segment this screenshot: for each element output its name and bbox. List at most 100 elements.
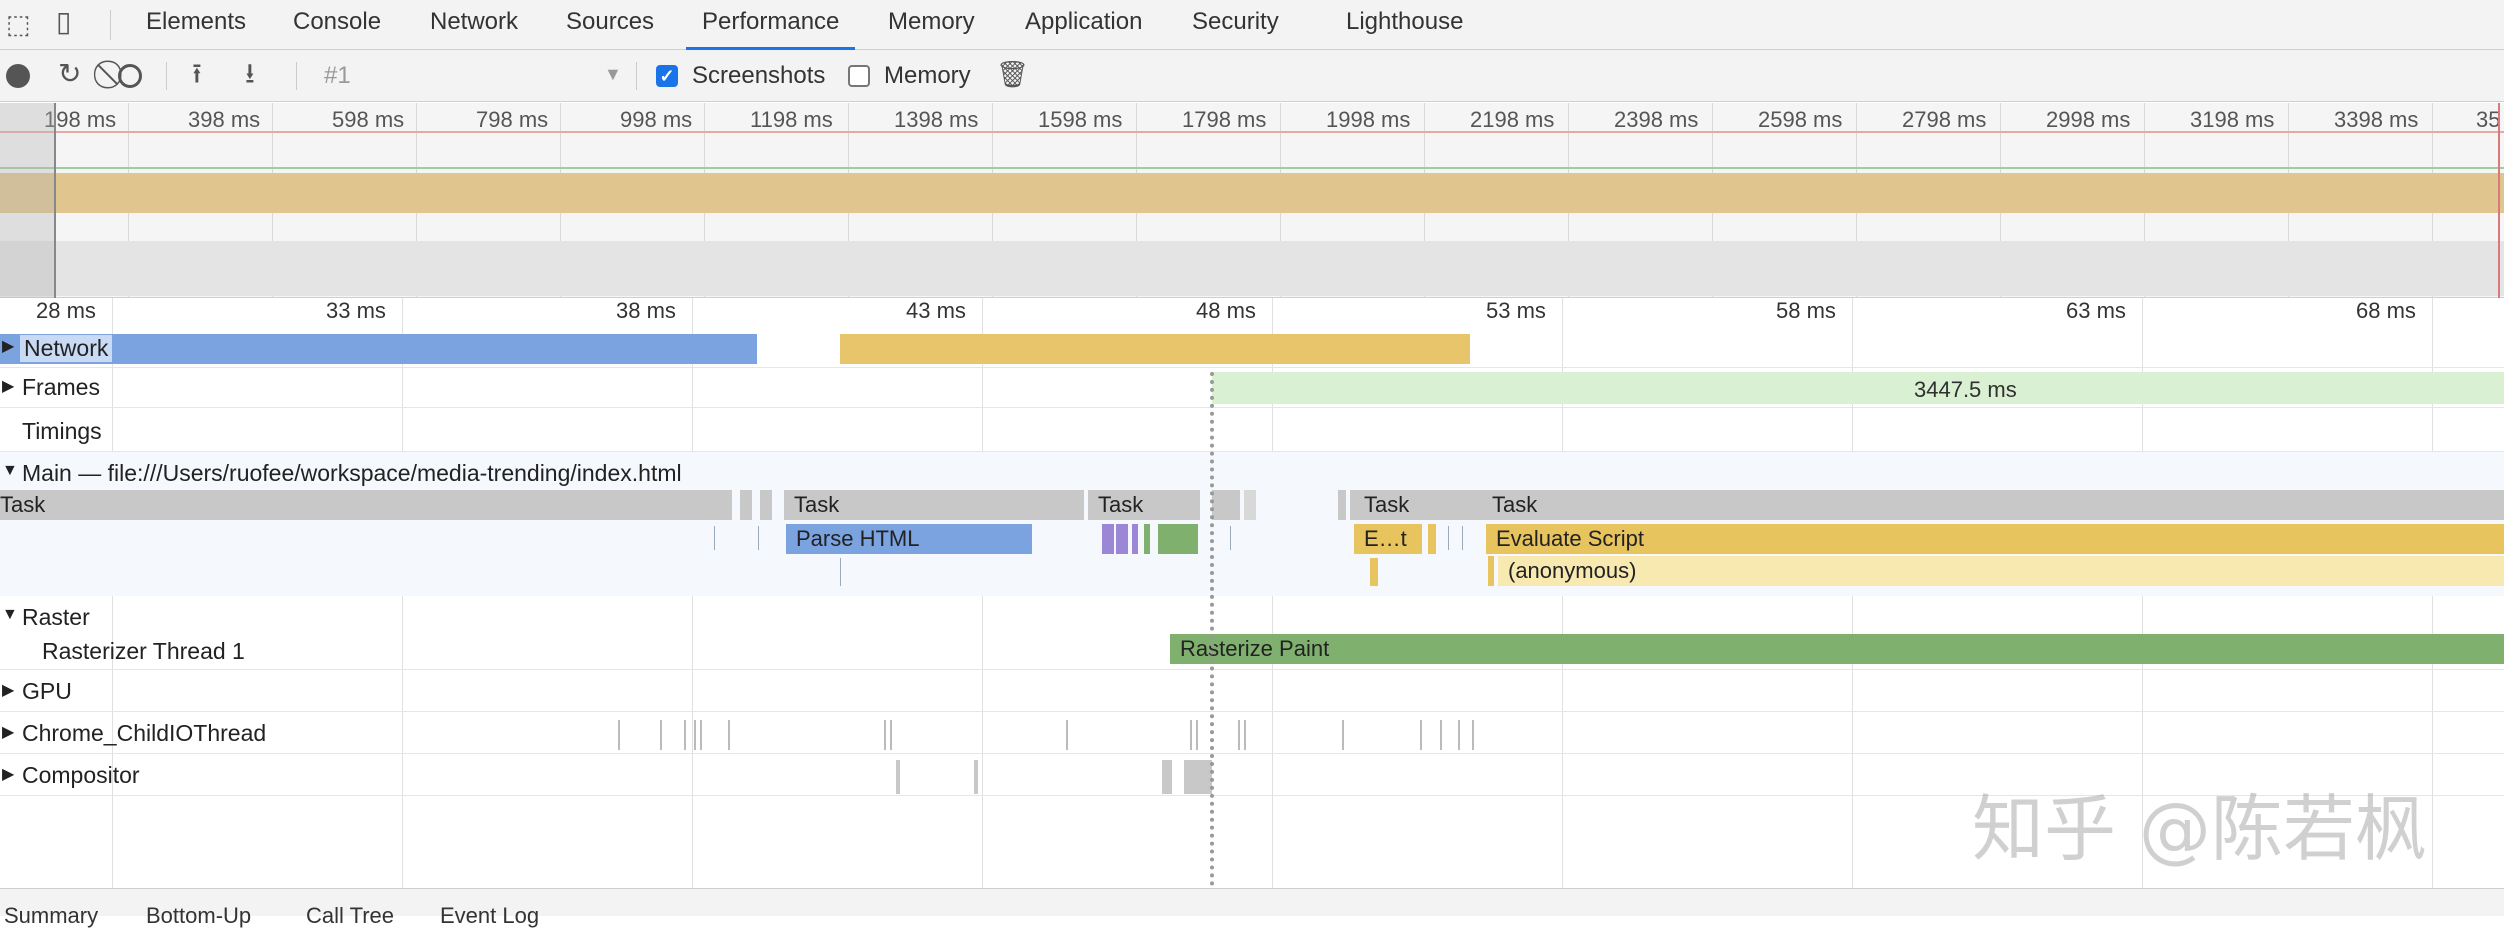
task-bar[interactable]: Task — [1088, 490, 1200, 520]
timeline-overview[interactable]: 198 ms 398 ms 598 ms 798 ms 998 ms 1198 … — [0, 103, 2504, 298]
tab-sources[interactable]: Sources — [566, 0, 654, 50]
task-bar[interactable]: Task — [0, 490, 730, 520]
toolbar-divider — [636, 62, 637, 90]
call-tick — [1448, 526, 1449, 550]
time-tick: 68 ms — [2356, 298, 2416, 323]
rasterize-paint-bar[interactable]: Rasterize Paint — [1170, 634, 2504, 664]
task-bar[interactable]: Task — [1482, 490, 2504, 520]
tab-summary[interactable]: Summary — [4, 903, 98, 929]
parse-html-bar[interactable]: Parse HTML — [786, 524, 1032, 554]
script-bar-et[interactable]: E…t — [1354, 524, 1422, 554]
task-small[interactable] — [760, 490, 772, 520]
task-small[interactable] — [740, 490, 752, 520]
overview-tick: 1398 ms — [894, 107, 979, 132]
evaluate-script-bar[interactable]: Evaluate Script — [1486, 524, 2504, 554]
tab-call-tree[interactable]: Call Tree — [306, 903, 394, 929]
anonymous-bar[interactable]: (anonymous) — [1498, 556, 2504, 586]
device-toolbar-icon[interactable]: ▯ — [56, 8, 71, 36]
expand-arrow-icon[interactable]: ▶ — [2, 680, 14, 700]
overview-tick: 35 — [2476, 107, 2501, 132]
script-bar-purple[interactable] — [1132, 524, 1138, 554]
overview-tick: 2598 ms — [1758, 107, 1843, 132]
script-bar-small[interactable] — [1488, 556, 1494, 586]
overview-tick: 798 ms — [476, 107, 549, 132]
screenshots-checkbox[interactable]: ✓ — [656, 65, 678, 87]
network-bar-blue[interactable] — [0, 334, 757, 364]
script-bar-small[interactable] — [1428, 524, 1436, 554]
script-bar-purple[interactable] — [1102, 524, 1114, 554]
devtools-tabbar: ⬚ ▯ Elements Console Network Sources Per… — [0, 0, 2504, 50]
tab-bottom-up[interactable]: Bottom-Up — [146, 903, 251, 929]
frame-duration: 3447.5 ms — [1914, 377, 2017, 402]
task-small[interactable] — [1430, 490, 1438, 520]
overview-tick: 398 ms — [188, 107, 261, 132]
script-bar-small[interactable] — [1370, 558, 1378, 586]
task-small[interactable] — [1338, 490, 1346, 520]
load-profile-icon[interactable]: ⭱ — [192, 60, 202, 88]
paint-bar-green[interactable] — [1144, 524, 1150, 554]
collapse-arrow-icon[interactable]: ▼ — [2, 462, 18, 480]
tab-memory[interactable]: Memory — [888, 0, 975, 50]
toolbar-divider — [296, 62, 297, 90]
overview-tick: 998 ms — [620, 107, 693, 132]
script-bar-purple[interactable] — [1116, 524, 1128, 554]
overview-tick: 3198 ms — [2190, 107, 2275, 132]
childio-track[interactable]: ▶ Chrome_ChildIOThread — [0, 712, 2504, 754]
overview-tick: 2998 ms — [2046, 107, 2131, 132]
timings-track-label: Timings — [22, 418, 102, 444]
clear-icon-shape[interactable] — [118, 64, 142, 88]
call-tick — [840, 558, 841, 586]
record-icon[interactable] — [6, 64, 30, 88]
collapse-arrow-icon[interactable]: ▼ — [2, 606, 18, 624]
tab-event-log[interactable]: Event Log — [440, 903, 539, 929]
overview-cpu-line — [0, 167, 2504, 169]
overview-tick: 1598 ms — [1038, 107, 1123, 132]
tab-console[interactable]: Console — [293, 0, 381, 50]
overview-right-edge — [2498, 103, 2500, 298]
expand-arrow-icon[interactable]: ▶ — [2, 376, 14, 396]
tab-security[interactable]: Security — [1192, 0, 1279, 50]
time-tick: 53 ms — [1486, 298, 1546, 323]
call-tick — [714, 526, 715, 550]
chevron-down-icon[interactable]: ▼ — [604, 64, 622, 85]
overview-tick: 1998 ms — [1326, 107, 1411, 132]
task-small[interactable] — [1244, 490, 1256, 520]
expand-arrow-icon[interactable]: ▶ — [2, 722, 14, 742]
frame-bar[interactable] — [1212, 372, 2504, 404]
rasterizer-thread-label: Rasterizer Thread 1 — [42, 638, 245, 664]
tab-network[interactable]: Network — [430, 0, 518, 50]
overview-selection-handle[interactable] — [0, 103, 56, 298]
gpu-track[interactable]: ▶ GPU — [0, 670, 2504, 712]
tab-elements[interactable]: Elements — [146, 0, 246, 50]
task-small[interactable] — [1212, 490, 1240, 520]
paint-bar-green[interactable] — [1158, 524, 1198, 554]
save-profile-icon[interactable]: ⭳ — [245, 60, 255, 88]
network-track[interactable]: ▶ Network — [0, 330, 2504, 368]
tab-performance[interactable]: Performance — [686, 0, 856, 50]
memory-checkbox[interactable] — [848, 65, 870, 87]
expand-arrow-icon[interactable]: ▶ — [2, 336, 14, 356]
trash-icon[interactable]: 🗑 — [996, 60, 1029, 88]
expand-arrow-icon[interactable]: ▶ — [2, 764, 14, 784]
time-tick: 58 ms — [1776, 298, 1836, 323]
reload-record-icon[interactable]: ↻ — [58, 60, 81, 88]
inspect-element-icon[interactable]: ⬚ — [6, 10, 31, 38]
frames-track[interactable]: 3447.5 ms ▶ Frames — [0, 368, 2504, 408]
tab-application[interactable]: Application — [1025, 0, 1142, 50]
call-tick — [1230, 526, 1231, 550]
performance-toolbar: ↻ ⃠ ⭱ ⭳ #1 ▼ ✓ Screenshots Memory 🗑 — [0, 50, 2504, 102]
task-bar[interactable]: Task — [784, 490, 1082, 520]
overview-tick: 1198 ms — [750, 107, 833, 132]
task-bar[interactable]: Task — [1354, 490, 1428, 520]
raster-track[interactable]: ▼ Raster Rasterizer Thread 1 Rasterize P… — [0, 596, 2504, 670]
tab-lighthouse[interactable]: Lighthouse — [1346, 0, 1463, 50]
screenshots-label[interactable]: Screenshots — [692, 62, 825, 90]
network-bar-yellow[interactable] — [840, 334, 1470, 364]
time-tick: 38 ms — [616, 298, 676, 323]
overview-screenshots-strip — [0, 241, 2504, 296]
main-track[interactable]: ▼ Main — file:///Users/ruofee/workspace/… — [0, 452, 2504, 596]
memory-label[interactable]: Memory — [884, 62, 971, 90]
timings-track[interactable]: Timings — [0, 408, 2504, 452]
profile-select[interactable]: #1 — [324, 62, 351, 90]
task-small[interactable] — [1442, 490, 1476, 520]
